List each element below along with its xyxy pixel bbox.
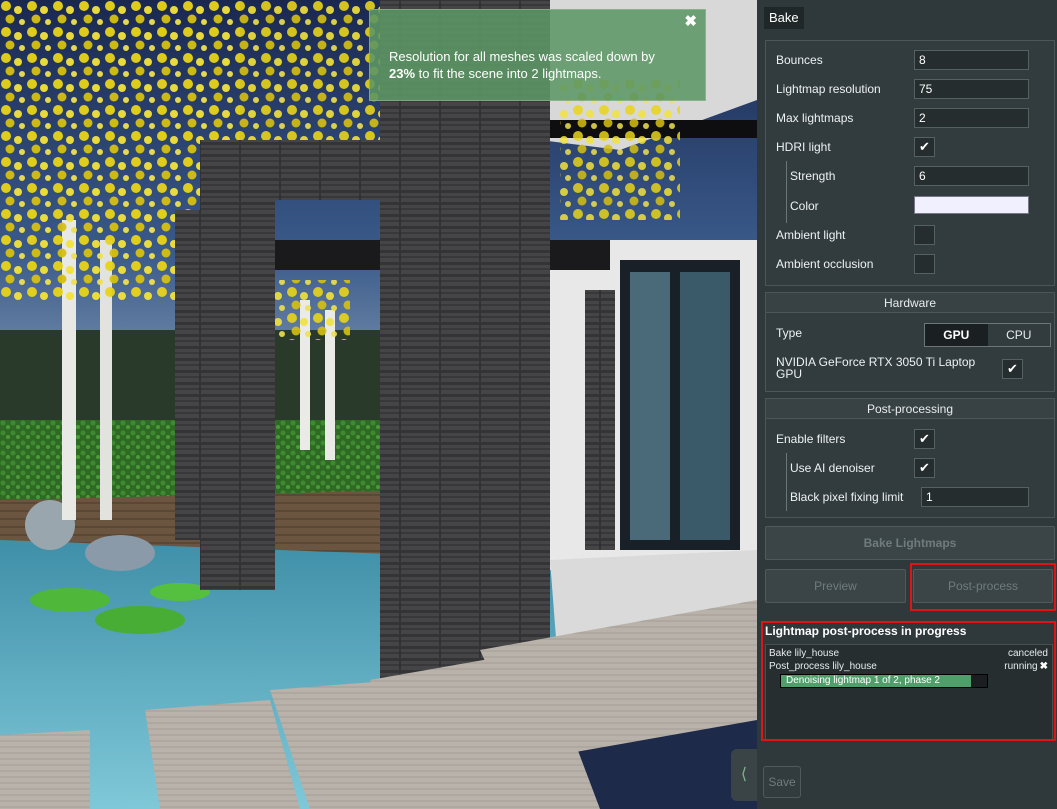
enable-filters-row: Enable filters ✔ <box>776 429 1044 451</box>
ai-denoiser-row: Use AI denoiser ✔ <box>776 458 1044 480</box>
color-row: Color <box>776 196 1044 218</box>
black-pixel-input[interactable] <box>921 487 1029 507</box>
notification-line1: Resolution for all meshes was scaled dow… <box>389 49 655 64</box>
notification-line2: to fit the scene into 2 lightmaps. <box>415 66 602 81</box>
highlight-frame <box>910 563 1056 611</box>
device-checkbox[interactable]: ✔ <box>1002 359 1023 379</box>
chevron-left-icon: ⟨ <box>740 766 748 783</box>
device-label: NVIDIA GeForce RTX 3050 Ti Laptop GPU <box>776 355 976 381</box>
hdri-light-label: HDRI light <box>776 140 831 154</box>
max-lightmaps-label: Max lightmaps <box>776 111 854 125</box>
close-icon[interactable]: ✖ <box>684 13 697 30</box>
lightmap-resolution-label: Lightmap resolution <box>776 82 881 96</box>
preview-button[interactable]: Preview <box>765 569 906 603</box>
color-swatch[interactable] <box>914 196 1029 214</box>
bake-lightmaps-button[interactable]: Bake Lightmaps <box>765 526 1055 560</box>
hardware-title: Hardware <box>766 293 1054 313</box>
notification-percent: 23% <box>389 66 416 81</box>
tab-bake[interactable]: Bake <box>764 7 804 29</box>
color-label: Color <box>790 199 819 213</box>
cpu-option[interactable]: CPU <box>988 324 1051 346</box>
strength-row: Strength <box>776 166 1044 188</box>
ambient-light-row: Ambient light <box>776 225 1044 247</box>
ambient-light-checkbox[interactable] <box>914 225 935 245</box>
max-lightmaps-input[interactable] <box>914 108 1029 128</box>
lightmap-resolution-row: Lightmap resolution <box>776 79 1044 101</box>
gpu-option[interactable]: GPU <box>925 324 988 346</box>
ambient-occlusion-label: Ambient occlusion <box>776 257 874 271</box>
ai-denoiser-label: Use AI denoiser <box>790 461 875 475</box>
hardware-type-row: Type GPU CPU <box>776 323 1051 347</box>
hardware-type-label: Type <box>776 326 803 340</box>
ambient-occlusion-checkbox[interactable] <box>914 254 935 274</box>
scene-render <box>0 0 757 809</box>
enable-filters-label: Enable filters <box>776 432 846 446</box>
lightmap-resolution-input[interactable] <box>914 79 1029 99</box>
black-pixel-label: Black pixel fixing limit <box>790 490 904 504</box>
bounces-row: Bounces <box>776 50 1044 72</box>
3d-viewport[interactable]: ✖ Resolution for all meshes was scaled d… <box>0 0 757 809</box>
hardware-group: Hardware Type GPU CPU NVIDIA GeForce RTX… <box>765 292 1055 392</box>
hdri-light-row: HDRI light ✔ <box>776 137 1044 159</box>
bake-settings-group: Bounces Lightmap resolution Max lightmap… <box>765 40 1055 286</box>
hdri-light-checkbox[interactable]: ✔ <box>914 137 935 157</box>
enable-filters-checkbox[interactable]: ✔ <box>914 429 935 449</box>
collapse-panel-button[interactable]: ⟨ <box>731 749 757 801</box>
max-lightmaps-row: Max lightmaps <box>776 108 1044 130</box>
notification-toast: ✖ Resolution for all meshes was scaled d… <box>369 9 706 101</box>
ambient-light-label: Ambient light <box>776 228 846 242</box>
strength-label: Strength <box>790 169 836 183</box>
device-row: NVIDIA GeForce RTX 3050 Ti Laptop GPU ✔ <box>776 355 1044 383</box>
save-button[interactable]: Save <box>763 766 801 798</box>
highlight-frame <box>761 621 1056 741</box>
ambient-occlusion-row: Ambient occlusion <box>776 254 1044 276</box>
bounces-label: Bounces <box>776 53 823 67</box>
hardware-type-toggle: GPU CPU <box>924 323 1051 347</box>
black-pixel-row: Black pixel fixing limit <box>776 487 1044 509</box>
bake-panel: Bake Bounces Lightmap resolution Max lig… <box>757 0 1057 809</box>
post-processing-title: Post-processing <box>766 399 1054 419</box>
post-processing-group: Post-processing Enable filters ✔ Use AI … <box>765 398 1055 518</box>
strength-input[interactable] <box>914 166 1029 186</box>
ai-denoiser-checkbox[interactable]: ✔ <box>914 458 935 478</box>
bounces-input[interactable] <box>914 50 1029 70</box>
